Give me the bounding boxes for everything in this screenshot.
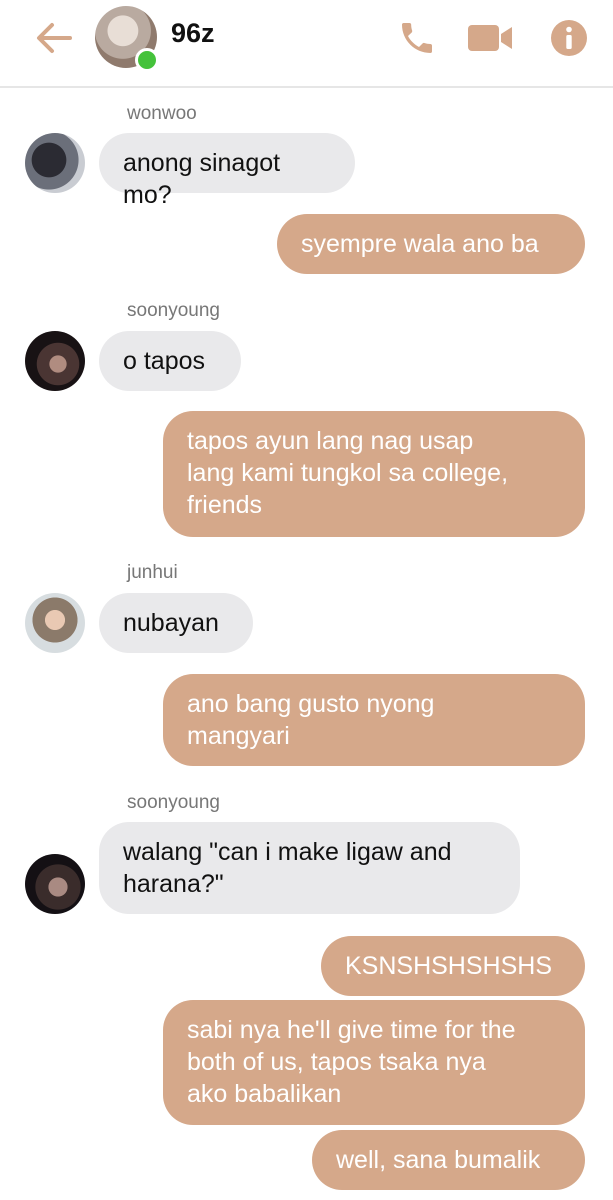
message-bubble-outgoing[interactable]: KSNSHSHSHSHS <box>321 936 585 996</box>
message-bubble-outgoing[interactable]: sabi nya he'll give time for the both of… <box>163 1000 585 1125</box>
video-camera-icon[interactable] <box>466 18 514 58</box>
message-bubble-outgoing[interactable]: tapos ayun lang nag usap lang kami tungk… <box>163 411 585 537</box>
chat-title[interactable]: 96z <box>171 18 215 49</box>
avatar[interactable] <box>25 133 85 193</box>
sender-name: wonwoo <box>127 103 197 124</box>
message-bubble-outgoing[interactable]: syempre wala ano ba <box>277 214 585 274</box>
arrow-left-icon[interactable] <box>30 20 78 56</box>
sender-name: soonyoung <box>127 792 220 813</box>
avatar[interactable] <box>25 331 85 391</box>
info-icon[interactable] <box>549 16 589 60</box>
message-bubble-outgoing[interactable]: ano bang gusto nyong mangyari <box>163 674 585 766</box>
message-bubble-incoming[interactable]: walang "can i make ligaw and harana?" <box>99 822 520 914</box>
avatar[interactable] <box>25 854 85 914</box>
avatar[interactable] <box>25 593 85 653</box>
message-bubble-incoming[interactable]: anong sinagot mo? <box>99 133 355 209</box>
sender-name: junhui <box>127 562 178 583</box>
chat-header: 96z <box>0 0 613 88</box>
message-bubble-incoming[interactable]: o tapos <box>99 331 241 391</box>
phone-icon[interactable] <box>396 16 438 60</box>
message-bubble-outgoing[interactable]: well, sana bumalik <box>312 1130 585 1190</box>
message-bubble-incoming[interactable]: nubayan <box>99 593 253 653</box>
online-status-dot <box>135 48 159 72</box>
sender-name: soonyoung <box>127 300 220 321</box>
